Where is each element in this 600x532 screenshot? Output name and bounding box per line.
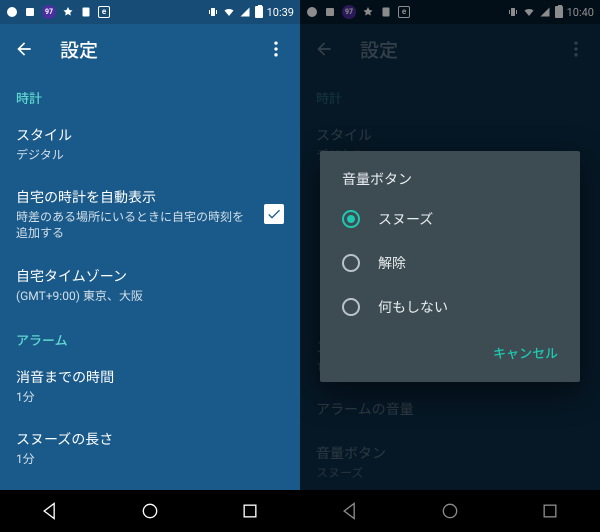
e-icon: e <box>98 6 110 18</box>
nav-recent-icon[interactable] <box>238 499 262 523</box>
battery-icon <box>255 6 263 18</box>
dialog-title: 音量ボタン <box>320 169 580 197</box>
notif-icon <box>80 6 92 18</box>
section-clock: 時計 <box>0 74 300 113</box>
notif-icon <box>24 6 36 18</box>
option-do-nothing[interactable]: 何もしない <box>320 285 580 329</box>
battery-badge-icon: 97 <box>42 5 56 19</box>
radio-selected-icon <box>342 210 360 228</box>
option-label: 何もしない <box>378 297 448 317</box>
nav-back-icon[interactable] <box>38 499 62 523</box>
nav-bar <box>0 490 300 532</box>
signal-icon <box>239 6 251 18</box>
item-title: 自宅の時計を自動表示 <box>16 187 246 207</box>
option-label: スヌーズ <box>378 209 433 229</box>
item-subtitle: 1分 <box>16 451 284 467</box>
radio-icon <box>342 254 360 272</box>
back-icon[interactable] <box>12 37 36 61</box>
dialog-scrim[interactable]: 音量ボタン スヌーズ 解除 何もしない キャンセル <box>300 0 600 532</box>
item-subtitle: 1分 <box>16 389 284 405</box>
item-title: スタイル <box>16 125 284 145</box>
settings-list[interactable]: 時計 スタイル デジタル 自宅の時計を自動表示 時差のある場所にいるときに自宅の… <box>0 74 300 490</box>
app-bar: 設定 <box>0 24 300 74</box>
item-title: 自宅タイムゾーン <box>16 266 284 286</box>
screen-settings-dialog: 97 e 10:40 設定 時計 スタイル デジタル スヌーズの長さ 1分 ア <box>300 0 600 532</box>
item-auto-home-clock[interactable]: 自宅の時計を自動表示 時差のある場所にいるときに自宅の時刻を追加する <box>0 175 300 253</box>
item-style[interactable]: スタイル デジタル <box>0 113 300 175</box>
clock-time: 10:39 <box>267 6 294 19</box>
radio-icon <box>342 298 360 316</box>
vibrate-icon <box>207 6 219 18</box>
nav-home-icon[interactable] <box>138 499 162 523</box>
item-silence-after[interactable]: 消音までの時間 1分 <box>0 355 300 417</box>
screen-settings: 97 e 10:39 設定 時計 スタイル デジタル 自宅の時計を自動表示 時差… <box>0 0 300 532</box>
item-subtitle: (GMT+9:00) 東京、大阪 <box>16 288 284 304</box>
overflow-icon[interactable] <box>264 37 288 61</box>
item-home-timezone[interactable]: 自宅タイムゾーン (GMT+9:00) 東京、大阪 <box>0 254 300 316</box>
notif-icon <box>6 6 18 18</box>
item-alarm-volume[interactable]: アラームの音量 <box>0 479 300 490</box>
status-bar: 97 e 10:39 <box>0 0 300 24</box>
item-subtitle: 時差のある場所にいるときに自宅の時刻を追加する <box>16 209 246 241</box>
cancel-button[interactable]: キャンセル <box>485 337 566 368</box>
item-snooze-length[interactable]: スヌーズの長さ 1分 <box>0 417 300 479</box>
wifi-icon <box>223 6 235 18</box>
option-snooze[interactable]: スヌーズ <box>320 197 580 241</box>
option-label: 解除 <box>378 253 406 273</box>
item-title: 消音までの時間 <box>16 367 284 387</box>
item-subtitle: デジタル <box>16 147 284 163</box>
checkbox-checked-icon[interactable] <box>264 204 284 224</box>
volume-buttons-dialog: 音量ボタン スヌーズ 解除 何もしない キャンセル <box>320 151 580 382</box>
item-title: スヌーズの長さ <box>16 429 284 449</box>
section-alarm: アラーム <box>0 316 300 355</box>
page-title: 設定 <box>60 36 98 63</box>
notif-icon <box>62 6 74 18</box>
option-dismiss[interactable]: 解除 <box>320 241 580 285</box>
